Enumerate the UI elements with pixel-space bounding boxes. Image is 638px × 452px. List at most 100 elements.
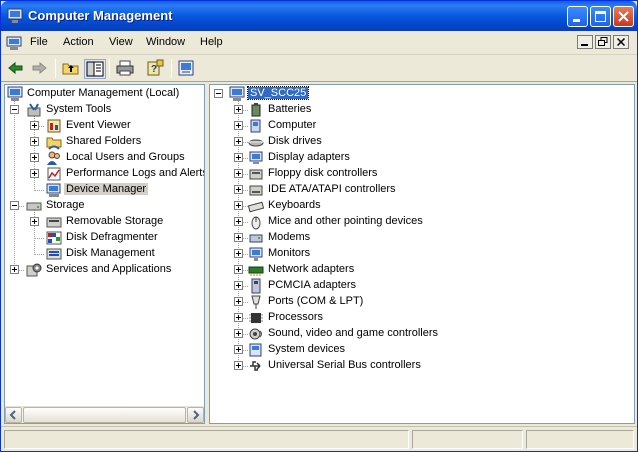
expand-toggle[interactable] — [234, 249, 243, 258]
device-category-label: Computer — [268, 119, 317, 131]
tree-node-label: Disk Defragmenter — [66, 231, 158, 243]
status-panel — [4, 430, 409, 449]
collapse-toggle[interactable] — [10, 201, 19, 210]
device-category-ports-com-lpt[interactable]: Ports (COM & LPT) — [210, 294, 630, 310]
horizontal-scrollbar[interactable] — [5, 406, 204, 423]
tree-connector — [34, 238, 44, 239]
tree-node-label: Device Manager — [64, 183, 149, 195]
expand-toggle[interactable] — [234, 281, 243, 290]
maximize-button[interactable] — [590, 6, 611, 27]
title-bar[interactable]: Computer Management — [1, 1, 637, 31]
tree-node-local-users-groups[interactable]: Local Users and Groups — [5, 150, 204, 166]
tree-node-removable-storage[interactable]: Removable Storage — [5, 214, 204, 230]
device-category-system-devices[interactable]: System devices — [210, 342, 630, 358]
expand-toggle[interactable] — [10, 265, 19, 274]
print-button[interactable] — [115, 59, 137, 79]
status-bar — [1, 426, 637, 451]
expand-toggle[interactable] — [234, 313, 243, 322]
minimize-button[interactable] — [567, 6, 588, 27]
expand-toggle[interactable] — [234, 121, 243, 130]
expand-toggle[interactable] — [234, 265, 243, 274]
device-category-mice-and-other-pointing-devices[interactable]: Mice and other pointing devices — [210, 214, 630, 230]
device-category-label: Mice and other pointing devices — [268, 215, 423, 227]
expand-toggle[interactable] — [234, 329, 243, 338]
device-manager-icon — [46, 183, 61, 197]
tree-node-shared-folders[interactable]: Shared Folders — [5, 134, 204, 150]
tree-node-disk-defragmenter[interactable]: Disk Defragmenter — [5, 230, 204, 246]
properties-button[interactable] — [177, 59, 199, 79]
device-category-label: Modems — [268, 231, 311, 243]
device-category-monitors[interactable]: Monitors — [210, 246, 630, 262]
menu-action[interactable]: Action — [63, 36, 94, 48]
device-category-processors[interactable]: Processors — [210, 310, 630, 326]
expand-toggle[interactable] — [234, 169, 243, 178]
document-system-menu-icon[interactable] — [6, 35, 22, 51]
expand-toggle[interactable] — [234, 217, 243, 226]
forward-button[interactable] — [29, 59, 51, 79]
expand-toggle[interactable] — [234, 361, 243, 370]
mdi-restore-button[interactable] — [595, 35, 611, 49]
device-category-computer[interactable]: Computer — [210, 118, 630, 134]
scroll-thumb[interactable] — [23, 407, 186, 423]
computer-management-window: Computer Management File Action View Win… — [0, 0, 638, 452]
universal-serial-bus-controllers-icon — [250, 361, 261, 371]
expand-toggle[interactable] — [234, 233, 243, 242]
expand-toggle[interactable] — [30, 217, 39, 226]
scroll-right-button[interactable] — [187, 407, 204, 423]
expand-toggle[interactable] — [234, 105, 243, 114]
shared-folder-icon — [46, 137, 62, 150]
menu-window[interactable]: Window — [146, 36, 185, 48]
up-one-level-button[interactable] — [61, 59, 83, 79]
expand-toggle[interactable] — [30, 169, 39, 178]
device-category-pcmcia-adapters[interactable]: PCMCIA adapters — [210, 278, 630, 294]
toolbar: ? — [1, 55, 637, 82]
device-category-modems[interactable]: Modems — [210, 230, 630, 246]
expand-toggle[interactable] — [234, 297, 243, 306]
device-category-ide-ata-atapi-controllers[interactable]: IDE ATA/ATAPI controllers — [210, 182, 630, 198]
console-tree-pane[interactable]: Computer Management (Local) System Tools… — [4, 84, 205, 424]
device-category-universal-serial-bus-controllers[interactable]: Universal Serial Bus controllers — [210, 358, 630, 374]
back-button[interactable] — [6, 59, 28, 79]
device-category-batteries[interactable]: Batteries — [210, 102, 630, 118]
expand-toggle[interactable] — [234, 201, 243, 210]
tree-node-disk-management[interactable]: Disk Management — [5, 246, 204, 262]
device-category-floppy-disk-controllers[interactable]: Floppy disk controllers — [210, 166, 630, 182]
collapse-toggle[interactable] — [10, 105, 19, 114]
show-hide-console-tree-button[interactable] — [84, 59, 106, 79]
tree-node-label: Shared Folders — [66, 135, 142, 147]
device-tree-root[interactable]: SV_SCC25 — [210, 86, 630, 102]
tree-node-performance-logs[interactable]: Performance Logs and Alerts — [5, 166, 204, 182]
expand-toggle[interactable] — [234, 137, 243, 146]
device-category-sound-video-and-game-controllers[interactable]: Sound, video and game controllers — [210, 326, 630, 342]
expand-toggle[interactable] — [30, 137, 39, 146]
device-category-keyboards[interactable]: Keyboards — [210, 198, 630, 214]
expand-toggle[interactable] — [30, 121, 39, 130]
tree-node-label: Removable Storage — [66, 215, 164, 227]
menu-view[interactable]: View — [109, 36, 133, 48]
expand-toggle[interactable] — [234, 153, 243, 162]
window-title: Computer Management — [28, 8, 173, 23]
menu-help[interactable]: Help — [200, 36, 223, 48]
collapse-toggle[interactable] — [214, 89, 223, 98]
device-category-disk-drives[interactable]: Disk drives — [210, 134, 630, 150]
tree-node-event-viewer[interactable]: Event Viewer — [5, 118, 204, 134]
expand-toggle[interactable] — [234, 345, 243, 354]
disk-defragmenter-icon — [46, 231, 62, 245]
menu-file[interactable]: File — [30, 36, 48, 48]
expand-toggle[interactable] — [30, 153, 39, 162]
expand-toggle[interactable] — [234, 185, 243, 194]
device-list-pane[interactable]: SV_SCC25 Batteries Computer Disk drives Dis… — [209, 84, 635, 424]
mdi-close-button[interactable] — [613, 35, 629, 49]
mdi-minimize-button[interactable] — [577, 35, 593, 49]
help-button[interactable]: ? — [145, 59, 167, 79]
device-category-display-adapters[interactable]: Display adapters — [210, 150, 630, 166]
tree-node-storage[interactable]: Storage — [5, 198, 204, 214]
device-category-network-adapters[interactable]: Network adapters — [210, 262, 630, 278]
close-button[interactable] — [613, 6, 634, 27]
tree-node-services-applications[interactable]: Services and Applications — [5, 262, 204, 278]
scroll-left-button[interactable] — [5, 407, 22, 423]
tree-node-computer-management[interactable]: Computer Management (Local) — [5, 86, 204, 102]
minimize-icon — [581, 44, 588, 46]
tree-node-device-manager[interactable]: Device Manager — [5, 182, 204, 198]
tree-node-system-tools[interactable]: System Tools — [5, 102, 204, 118]
